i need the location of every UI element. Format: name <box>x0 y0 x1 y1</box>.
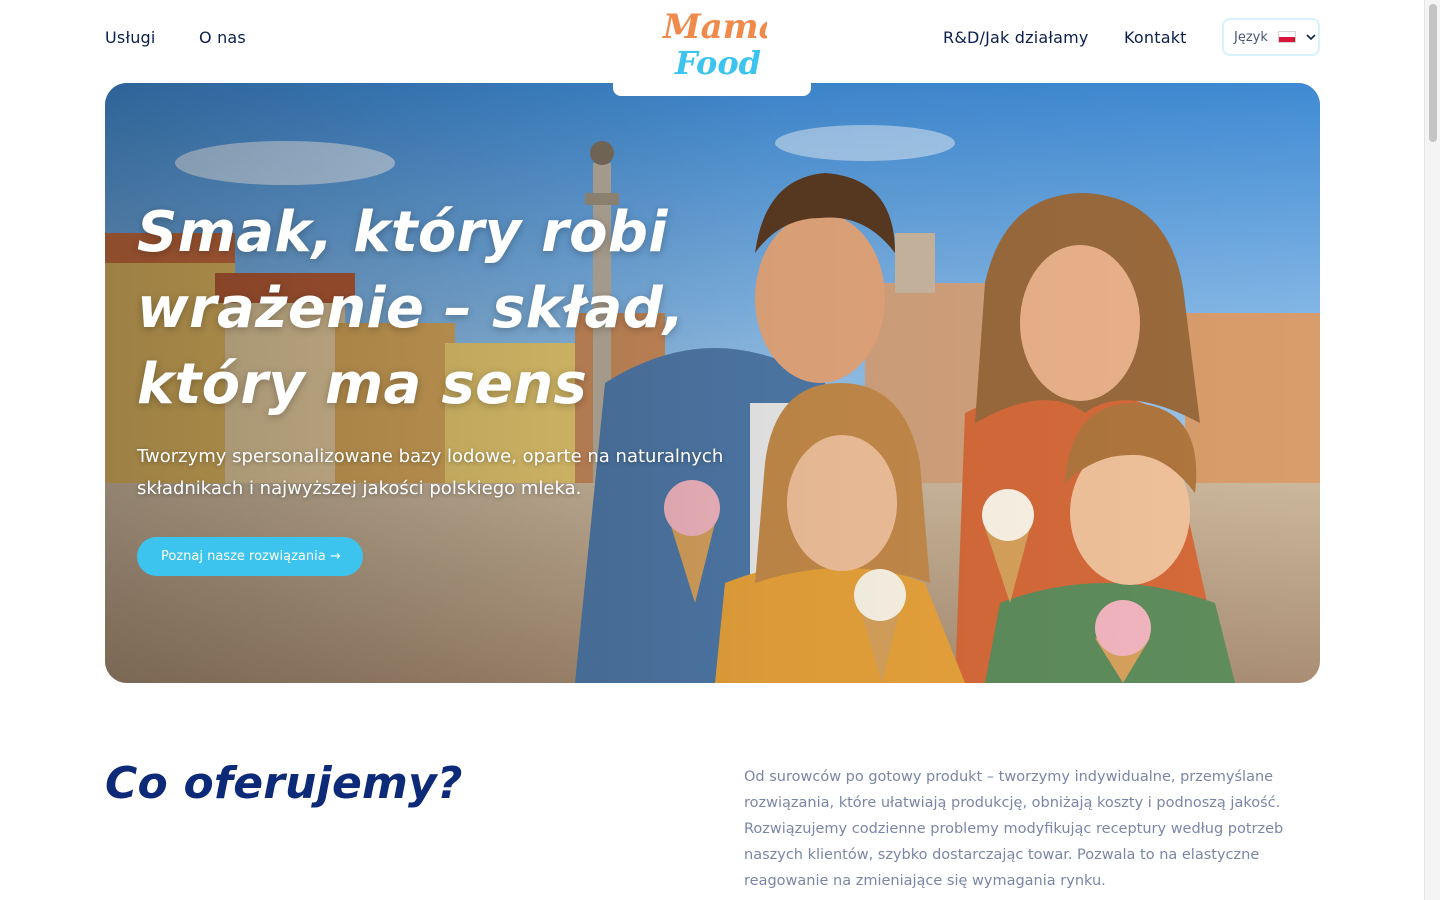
mama-food-logo[interactable]: Mama Food <box>655 4 767 84</box>
chevron-down-icon <box>1306 34 1316 41</box>
hero-banner: Smak, który robi wrażenie – skład, który… <box>105 83 1320 683</box>
scrollbar-thumb[interactable] <box>1429 4 1437 142</box>
logo-container[interactable]: Mama Food <box>613 0 811 96</box>
nav-link-kontakt[interactable]: Kontakt <box>1124 28 1187 47</box>
hero-subtitle: Tworzymy spersonalizowane bazy lodowe, o… <box>137 446 724 499</box>
offer-section-title: Co oferujemy? <box>105 758 463 809</box>
logo-text-mama: Mama <box>662 7 767 47</box>
nav-link-o-nas[interactable]: O nas <box>199 28 246 47</box>
page-scrollbar[interactable] <box>1424 0 1440 900</box>
language-select[interactable]: Język <box>1222 18 1320 56</box>
site-header: Usługi O nas Mama Food R&D/Jak działamy … <box>0 0 1424 96</box>
language-label: Język <box>1234 29 1268 45</box>
nav-link-uslugi[interactable]: Usługi <box>105 28 156 47</box>
offer-section-text: Od surowców po gotowy produkt – tworzymy… <box>744 769 1284 889</box>
poland-flag-icon <box>1277 31 1296 43</box>
hero-title: Smak, który robi wrażenie – skład, który… <box>137 200 685 417</box>
nav-link-rd[interactable]: R&D/Jak działamy <box>943 28 1089 47</box>
logo-text-food: Food <box>674 44 761 82</box>
explore-solutions-button[interactable]: Poznaj nasze rozwiązania → <box>137 537 363 576</box>
